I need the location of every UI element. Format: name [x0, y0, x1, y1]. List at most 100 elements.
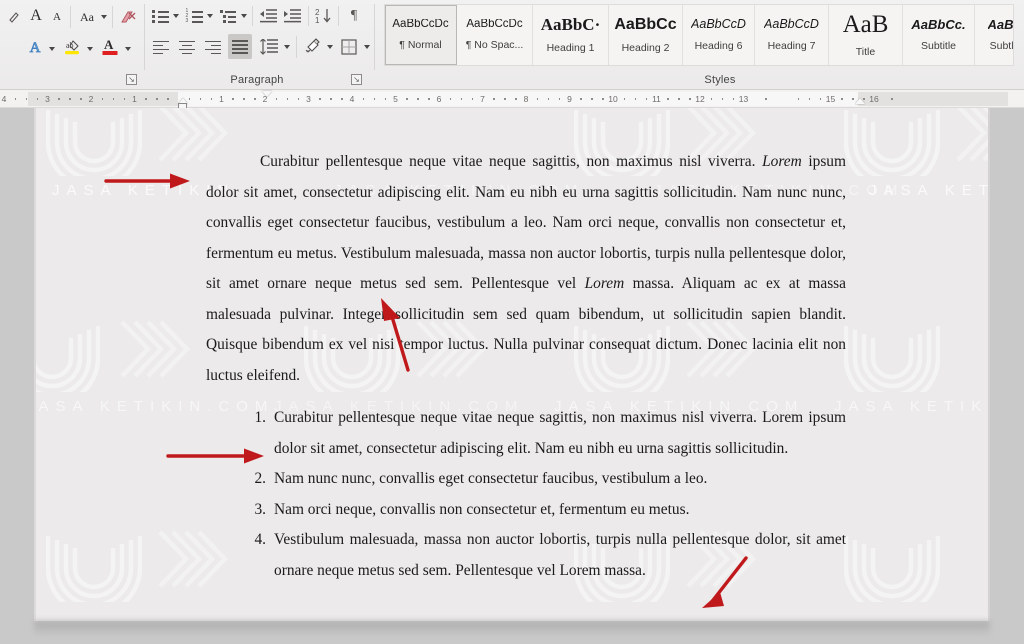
format-painter-glyph: [9, 12, 19, 23]
change-case-chevron-down-icon[interactable]: [101, 15, 107, 19]
line-spacing-chevron-down-icon[interactable]: [284, 45, 290, 49]
page-right-edge: [988, 108, 990, 621]
borders-chevron-down-icon[interactable]: [364, 45, 370, 49]
ruler-tick: [667, 98, 669, 100]
paragraph-dialog-launcher[interactable]: ↘: [351, 74, 362, 85]
ruler-tick: [341, 98, 343, 100]
styles-gallery[interactable]: AaBbCcDc ¶ Normal AaBbCcDc ¶ No Spac... AaBb…: [384, 4, 1014, 66]
font-color-glyph: A: [102, 37, 118, 55]
multilevel-list-icon[interactable]: [218, 6, 238, 26]
format-painter-icon[interactable]: [6, 6, 24, 28]
word-document-window: A A Aa A ab A ↘ 1 2 3 2 1 ¶ Paragraph ↘ …: [0, 0, 1024, 644]
shrink-font-icon[interactable]: A: [48, 6, 66, 28]
increase-indent-glyph: [283, 9, 301, 23]
styles-group-label: Styles: [704, 74, 736, 86]
ruler-number: 12: [695, 94, 705, 104]
ruler-tick: [471, 98, 474, 100]
style-item-heading-7[interactable]: AaBbCcD Heading 7: [755, 5, 829, 65]
align-right-icon[interactable]: [202, 36, 224, 58]
numbering-chevron-down-icon[interactable]: [207, 14, 213, 18]
borders-icon[interactable]: [338, 36, 360, 58]
ruler-tick: [330, 98, 332, 100]
ruler-number: 2: [88, 94, 94, 104]
style-item-no-spac[interactable]: AaBbCcDc ¶ No Spac...: [457, 5, 533, 65]
highlight-glyph: ab: [65, 40, 79, 55]
list-item[interactable]: 2. Nam nunc nunc, convallis eget consecte…: [240, 464, 846, 495]
style-item-heading-1[interactable]: AaBbC· Heading 1: [533, 5, 609, 65]
first-line-indent-marker[interactable]: [262, 91, 272, 97]
style-label: Heading 2: [621, 41, 670, 54]
style-item-heading-6[interactable]: AaBbCcD Heading 6: [683, 5, 755, 65]
ruler-tick: [808, 98, 811, 100]
align-center-icon[interactable]: [176, 36, 198, 58]
ruler-tick: [602, 98, 604, 100]
shading-icon[interactable]: [302, 35, 324, 58]
ruler-tick: [645, 98, 648, 100]
line-spacing-icon[interactable]: [258, 36, 280, 58]
ruler-tick: [819, 98, 822, 100]
style-item-heading-2[interactable]: AaBbCc Heading 2: [609, 5, 683, 65]
font-dialog-launcher[interactable]: ↘: [126, 74, 137, 85]
body-paragraph[interactable]: Curabitur pellentesque neque vitae neque…: [206, 147, 846, 391]
ruler-number: 4: [1, 94, 7, 104]
style-label: Title: [855, 46, 876, 58]
list-item[interactable]: 3. Nam orci neque, convallis non consecte…: [240, 495, 846, 526]
numbered-list[interactable]: 1. Curabitur pellentesque neque vitae neq…: [240, 403, 846, 586]
ruler-tick: [112, 98, 115, 100]
text-effects-icon[interactable]: A: [24, 36, 46, 60]
ruler-tick: [14, 98, 17, 100]
bullets-icon[interactable]: [150, 6, 170, 26]
shading-chevron-down-icon[interactable]: [327, 45, 333, 49]
style-item-subtle[interactable]: AaBb Subtle: [975, 5, 1014, 65]
bullets-chevron-down-icon[interactable]: [173, 14, 179, 18]
ruler-number: 8: [523, 94, 529, 104]
font-color-chevron-down-icon[interactable]: [125, 47, 131, 51]
show-formatting-marks-icon[interactable]: ¶: [344, 5, 364, 27]
list-item-number: 3.: [254, 500, 266, 518]
style-item-subtitle[interactable]: AaBbCc. Subtitle: [903, 5, 975, 65]
para-sep-2: [308, 6, 309, 26]
list-item[interactable]: 4. Vestibulum malesuada, massa non auctor…: [240, 525, 846, 586]
list-item[interactable]: 1. Curabitur pellentesque neque vitae neq…: [240, 403, 846, 464]
decrease-indent-glyph: [259, 9, 277, 23]
shading-glyph: [305, 37, 320, 52]
font-color-icon[interactable]: A: [98, 34, 122, 60]
style-label: Subtle: [989, 40, 1014, 52]
style-label: Subtitle: [920, 40, 957, 52]
list-item-italic: Lorem: [762, 409, 804, 426]
highlight-chevron-down-icon[interactable]: [87, 47, 93, 51]
right-indent-marker[interactable]: [855, 98, 865, 104]
justify-glyph: [232, 40, 248, 54]
decrease-indent-icon[interactable]: [258, 6, 278, 26]
align-left-icon[interactable]: [150, 36, 172, 58]
grow-font-icon[interactable]: A: [26, 4, 46, 28]
style-preview: AaBbCcD: [764, 18, 819, 31]
style-item-normal[interactable]: AaBbCcDc ¶ Normal: [385, 5, 457, 65]
numbering-icon[interactable]: 1 2 3: [184, 6, 204, 26]
ruler-tick: [232, 98, 234, 100]
increase-indent-icon[interactable]: [282, 6, 302, 26]
align-center-glyph: [179, 40, 195, 55]
ruler-tick: [362, 98, 365, 100]
justify-icon[interactable]: [228, 34, 252, 59]
bullets-glyph: [151, 9, 169, 23]
ruler-tick: [417, 98, 419, 100]
document-page[interactable]: JASA KETIKIN JASA KETIKIN.COM JASA KETIKIN…: [34, 108, 990, 621]
sort-icon[interactable]: 2 1: [314, 5, 334, 27]
ruler-tick: [286, 98, 289, 100]
shrink-font-glyph: A: [53, 11, 61, 23]
style-item-title[interactable]: AaB Title: [829, 5, 903, 65]
ruler-number: 3: [45, 94, 50, 104]
text-effects-chevron-down-icon[interactable]: [49, 47, 55, 51]
font-group: A A Aa A ab A ↘: [0, 0, 142, 90]
clear-all-formatting-icon[interactable]: [118, 6, 138, 28]
ruler-text-area: [178, 92, 858, 106]
multilevel-chevron-down-icon[interactable]: [241, 14, 247, 18]
document-body: Curabitur pellentesque neque vitae neque…: [34, 108, 990, 621]
grow-font-glyph: A: [30, 7, 42, 24]
paragraph-line1: Curabitur pellentesque neque vitae neque…: [260, 153, 756, 171]
change-case-icon[interactable]: Aa: [76, 6, 98, 28]
ruler[interactable]: 4 3 2 1 1 2 3 4 5 6 7 8 9 10 11 12 13 15 16: [0, 90, 1024, 109]
text-highlight-color-icon[interactable]: ab: [60, 34, 84, 60]
ruler-tick: [297, 98, 300, 100]
